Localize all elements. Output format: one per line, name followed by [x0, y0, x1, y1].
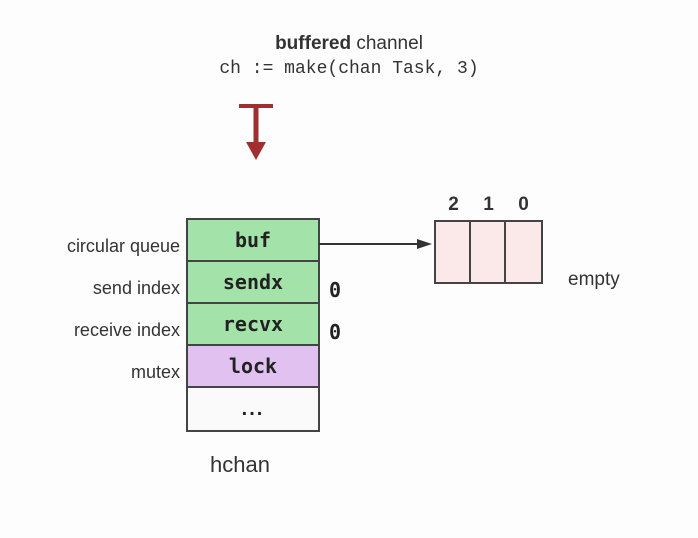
recvx-value: 0 — [329, 311, 341, 353]
arrow-right-icon — [319, 237, 432, 249]
field-more: ... — [188, 388, 318, 430]
buffer-state-label: empty — [568, 269, 620, 291]
index-values: 0 0 — [329, 269, 341, 353]
hchan-label: hchan — [210, 452, 270, 478]
label-circular-queue: circular queue — [10, 225, 180, 267]
field-recvx: recvx — [188, 304, 318, 346]
buffer-cell — [506, 222, 541, 282]
diagram-title: buffered channel — [0, 33, 698, 55]
code-declaration: ch := make(chan Task, 3) — [0, 59, 698, 79]
arrow-down-icon — [236, 100, 276, 162]
title-rest: channel — [351, 33, 423, 54]
field-sendx: sendx — [188, 262, 318, 304]
buffer-index-0: 0 — [506, 194, 541, 216]
buffer-index-2: 2 — [436, 194, 471, 216]
label-send-index: send index — [10, 267, 180, 309]
struct-field-labels: circular queue send index receive index … — [10, 225, 180, 393]
field-buf: buf — [188, 220, 318, 262]
buffer-array — [434, 220, 543, 284]
label-receive-index: receive index — [10, 309, 180, 351]
buffer-cell — [471, 222, 506, 282]
title-bold: buffered — [275, 33, 351, 54]
buffer-indices: 2 1 0 — [436, 194, 541, 216]
buffer-cell — [436, 222, 471, 282]
hchan-struct: buf sendx recvx lock ... — [186, 218, 320, 432]
field-lock: lock — [188, 346, 318, 388]
label-mutex: mutex — [10, 351, 180, 393]
sendx-value: 0 — [329, 269, 341, 311]
buffer-index-1: 1 — [471, 194, 506, 216]
